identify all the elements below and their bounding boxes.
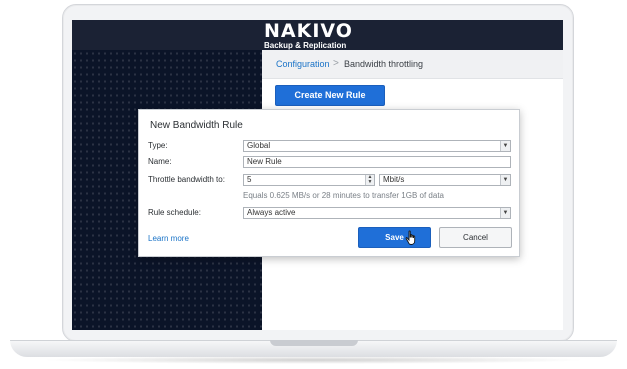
- cancel-button[interactable]: Cancel: [439, 227, 512, 248]
- laptop-notch: [270, 340, 358, 346]
- chevron-down-icon: ▼: [500, 175, 510, 185]
- throttle-label: Throttle bandwidth to:: [148, 175, 225, 184]
- breadcrumb: Configuration > Bandwidth throttling: [262, 50, 563, 79]
- throttle-value: 5: [247, 175, 252, 184]
- breadcrumb-separator: >: [333, 58, 339, 69]
- breadcrumb-configuration-link[interactable]: Configuration: [276, 59, 330, 69]
- save-button[interactable]: Save: [358, 227, 431, 248]
- schedule-select[interactable]: Always active ▼: [243, 207, 511, 219]
- throttle-unit-value: Mbit/s: [383, 175, 405, 184]
- schedule-select-value: Always active: [247, 208, 296, 217]
- name-label: Name:: [148, 157, 172, 166]
- dialog-title: New Bandwidth Rule: [150, 120, 243, 131]
- laptop-shadow: [40, 356, 587, 364]
- nakivo-logo: NAKIVO Backup & Replication: [264, 22, 353, 50]
- type-label: Type:: [148, 141, 168, 150]
- chevron-down-icon: ▼: [500, 208, 510, 218]
- schedule-label: Rule schedule:: [148, 208, 201, 217]
- type-select-value: Global: [247, 141, 271, 150]
- name-input[interactable]: New Rule: [243, 156, 511, 168]
- chevron-down-icon: ▼: [500, 141, 510, 151]
- breadcrumb-current: Bandwidth throttling: [344, 59, 424, 69]
- type-select[interactable]: Global ▼: [243, 140, 511, 152]
- throttle-hint: Equals 0.625 MB/s or 28 minutes to trans…: [243, 191, 444, 200]
- throttle-value-input[interactable]: 5 ▲ ▼: [243, 174, 375, 186]
- hand-pointer-icon: [405, 230, 416, 245]
- logo-tagline: Backup & Replication: [264, 41, 347, 50]
- app-header: NAKIVO Backup & Replication: [72, 20, 563, 50]
- create-new-rule-button[interactable]: Create New Rule: [275, 85, 385, 106]
- throttle-unit-select[interactable]: Mbit/s ▼: [379, 174, 511, 186]
- learn-more-link[interactable]: Learn more: [148, 234, 189, 243]
- spinner-arrows-icon[interactable]: ▲ ▼: [365, 175, 374, 185]
- new-bandwidth-rule-dialog: New Bandwidth Rule Type: Global ▼ Name: …: [138, 109, 520, 257]
- logo-text: NAKIVO: [264, 20, 353, 42]
- name-input-value: New Rule: [247, 157, 282, 166]
